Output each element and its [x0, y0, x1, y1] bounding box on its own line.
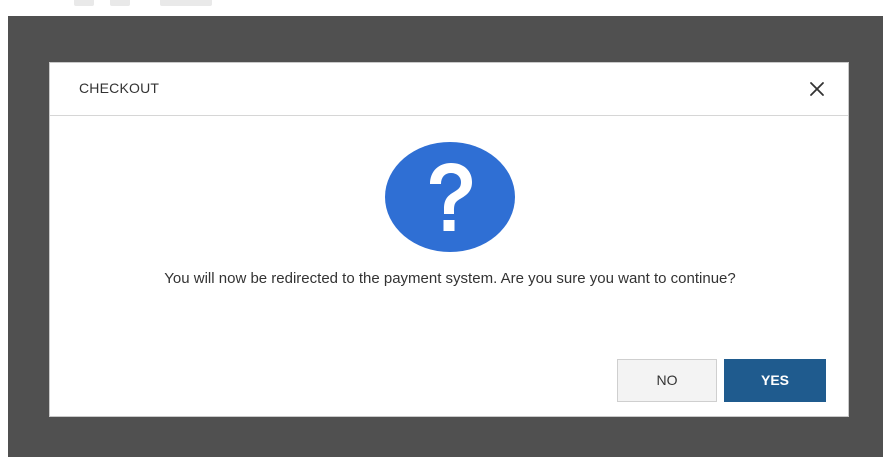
dialog-header: CHECKOUT — [50, 63, 848, 116]
question-icon — [384, 141, 516, 253]
no-button[interactable]: NO — [617, 359, 717, 402]
dialog-title: CHECKOUT — [79, 80, 160, 96]
background-tab — [110, 0, 130, 6]
dialog-message: You will now be redirected to the paymen… — [164, 270, 736, 287]
background-tab — [160, 0, 212, 6]
close-button[interactable] — [806, 78, 828, 100]
checkout-dialog: CHECKOUT You will now be redirected to t… — [49, 62, 849, 417]
background-page-strip — [0, 0, 883, 16]
close-icon — [810, 82, 824, 96]
yes-button[interactable]: YES — [724, 359, 826, 402]
background-tab — [74, 0, 94, 6]
